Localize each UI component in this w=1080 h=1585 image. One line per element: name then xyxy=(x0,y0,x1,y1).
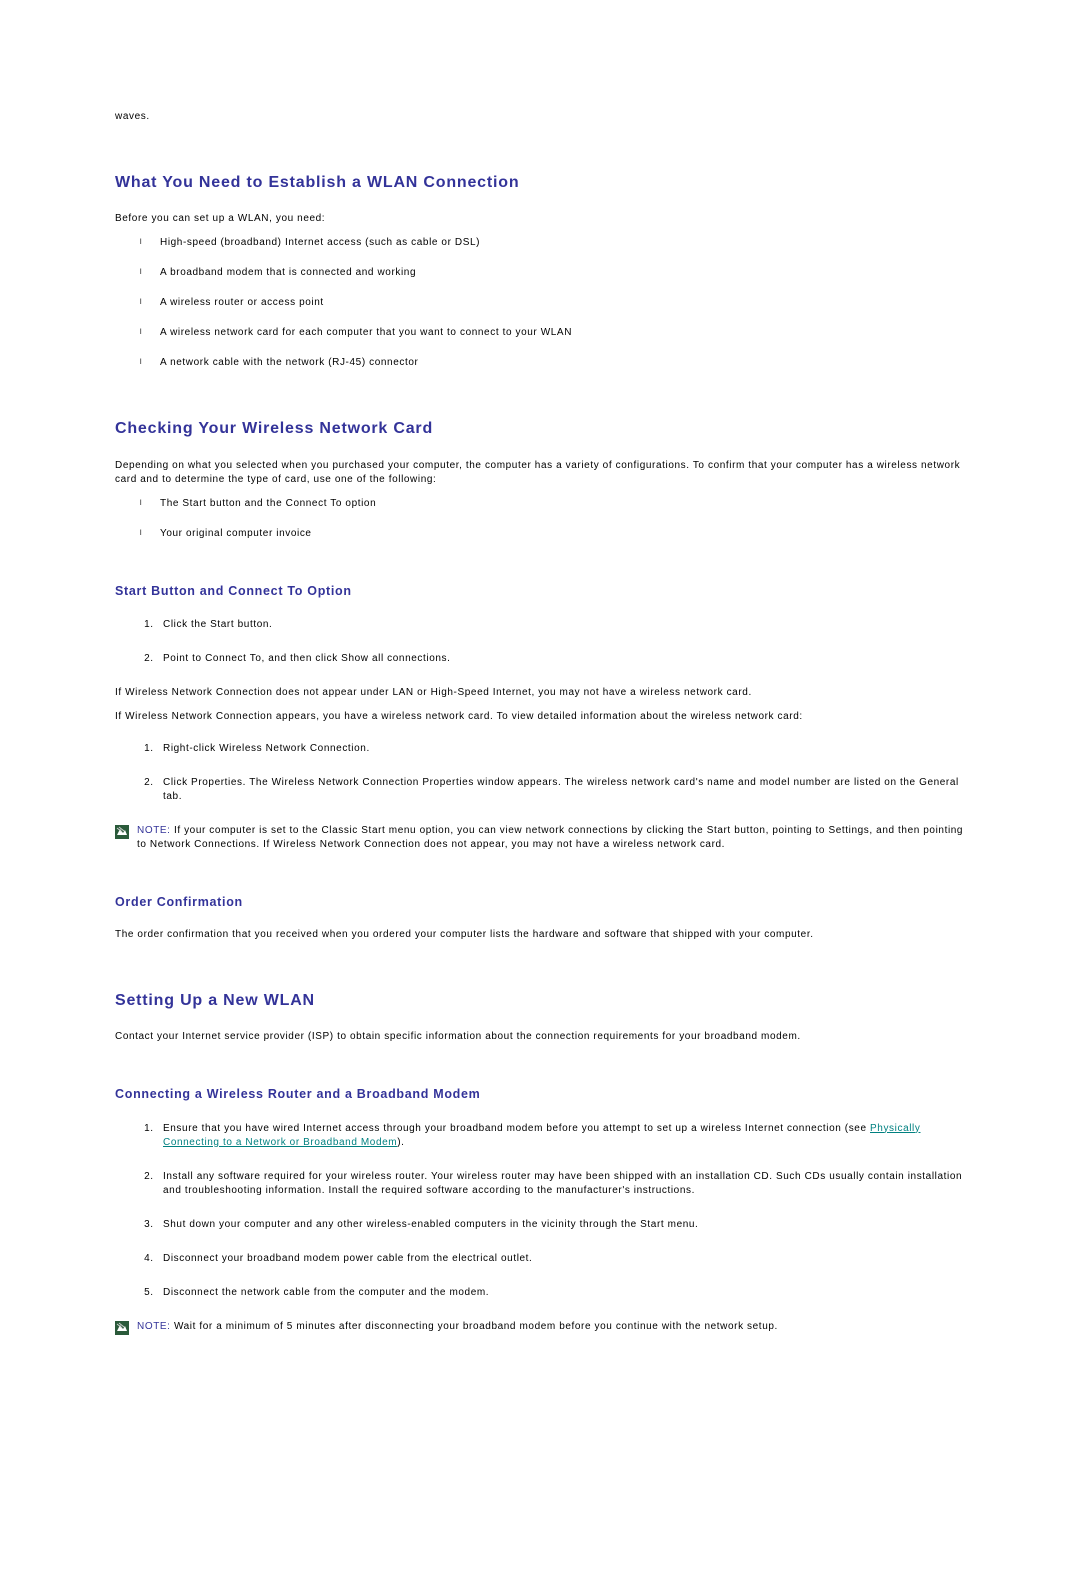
list-item: Ensure that you have wired Internet acce… xyxy=(157,1122,965,1150)
list-item: Click Properties. The Wireless Network C… xyxy=(157,776,965,804)
section-heading-check-card: Checking Your Wireless Network Card xyxy=(115,418,965,440)
start-button-steps-1: Click the Start button. Point to Connect… xyxy=(115,618,965,666)
check-card-list: The Start button and the Connect To opti… xyxy=(115,497,965,541)
start-button-p1: If Wireless Network Connection does not … xyxy=(115,686,965,700)
start-button-p2: If Wireless Network Connection appears, … xyxy=(115,710,965,724)
list-item: The Start button and the Connect To opti… xyxy=(145,497,965,511)
list-item: A network cable with the network (RJ-45)… xyxy=(145,356,965,370)
section-heading-wlan-need: What You Need to Establish a WLAN Connec… xyxy=(115,172,965,194)
list-item: A wireless network card for each compute… xyxy=(145,326,965,340)
note-body: If your computer is set to the Classic S… xyxy=(137,825,963,850)
list-item: Click the Start button. xyxy=(157,618,965,632)
list-item: Shut down your computer and any other wi… xyxy=(157,1218,965,1232)
list-item: High-speed (broadband) Internet access (… xyxy=(145,236,965,250)
wlan-need-list: High-speed (broadband) Internet access (… xyxy=(115,236,965,370)
sub-heading-start-button: Start Button and Connect To Option xyxy=(115,583,965,601)
note-wait-5-min: NOTE: Wait for a minimum of 5 minutes af… xyxy=(115,1320,965,1335)
setup-wlan-p: Contact your Internet service provider (… xyxy=(115,1030,965,1044)
list-item: A wireless router or access point xyxy=(145,296,965,310)
note-classic-start: NOTE: If your computer is set to the Cla… xyxy=(115,824,965,852)
page-continuation-fragment: waves. xyxy=(115,110,965,124)
list-item: Disconnect your broadband modem power ca… xyxy=(157,1252,965,1266)
note-icon xyxy=(115,825,129,839)
note-label: NOTE: xyxy=(137,825,171,836)
section-heading-setup-wlan: Setting Up a New WLAN xyxy=(115,990,965,1012)
list-item: Install any software required for your w… xyxy=(157,1170,965,1198)
list-item: Your original computer invoice xyxy=(145,527,965,541)
note-text: NOTE: Wait for a minimum of 5 minutes af… xyxy=(137,1320,965,1334)
step1-post: ). xyxy=(397,1137,404,1148)
note-text: NOTE: If your computer is set to the Cla… xyxy=(137,824,965,852)
list-item: Disconnect the network cable from the co… xyxy=(157,1286,965,1300)
list-item: Point to Connect To, and then click Show… xyxy=(157,652,965,666)
step1-pre: Ensure that you have wired Internet acce… xyxy=(163,1123,870,1134)
check-card-intro: Depending on what you selected when you … xyxy=(115,459,965,487)
wlan-need-intro: Before you can set up a WLAN, you need: xyxy=(115,212,965,226)
sub-heading-order-confirmation: Order Confirmation xyxy=(115,894,965,912)
note-icon xyxy=(115,1321,129,1335)
note-body: Wait for a minimum of 5 minutes after di… xyxy=(171,1321,778,1332)
connecting-steps: Ensure that you have wired Internet acce… xyxy=(115,1122,965,1300)
list-item: A broadband modem that is connected and … xyxy=(145,266,965,280)
start-button-steps-2: Right-click Wireless Network Connection.… xyxy=(115,742,965,804)
sub-heading-connecting: Connecting a Wireless Router and a Broad… xyxy=(115,1086,965,1104)
list-item: Right-click Wireless Network Connection. xyxy=(157,742,965,756)
note-label: NOTE: xyxy=(137,1321,171,1332)
order-confirmation-p: The order confirmation that you received… xyxy=(115,928,965,942)
